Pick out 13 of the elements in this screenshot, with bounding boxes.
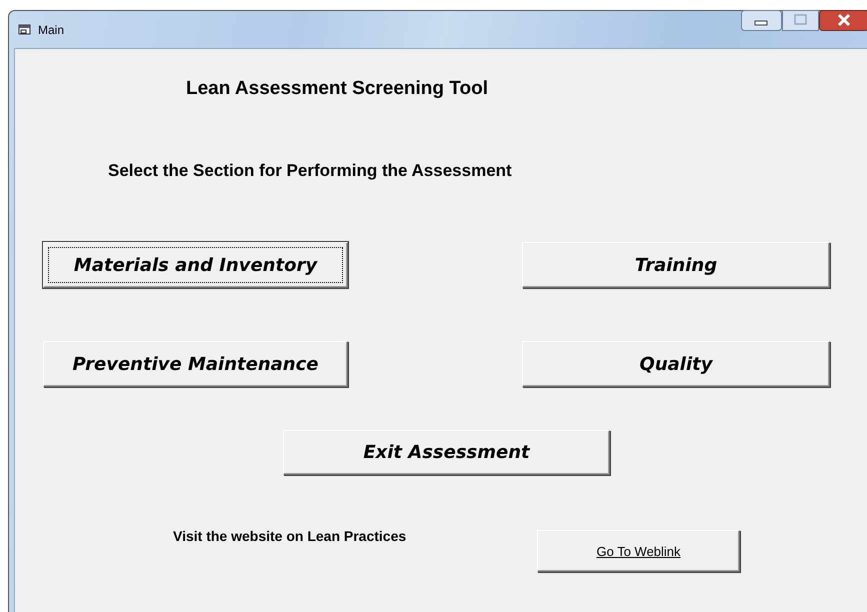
minimize-button[interactable]: [741, 10, 782, 31]
section-button[interactable]: Training: [522, 242, 830, 288]
exit-button[interactable]: Exit Assessment: [283, 430, 610, 475]
window-title: Main: [38, 22, 64, 36]
section-button[interactable]: Materials and Inventory: [43, 242, 348, 288]
weblink-caption: Visit the website on Lean Practices: [173, 528, 406, 544]
weblink-button[interactable]: Go To Weblink: [537, 530, 740, 572]
app-heading: Lean Assessment Screening Tool: [186, 78, 488, 100]
close-button[interactable]: [819, 10, 867, 31]
section-button[interactable]: Quality: [522, 341, 830, 387]
instruction-text: Select the Section for Performing the Assessment: [108, 161, 512, 181]
section-button[interactable]: Preventive Maintenance: [43, 341, 348, 387]
window-icon: [18, 23, 32, 36]
